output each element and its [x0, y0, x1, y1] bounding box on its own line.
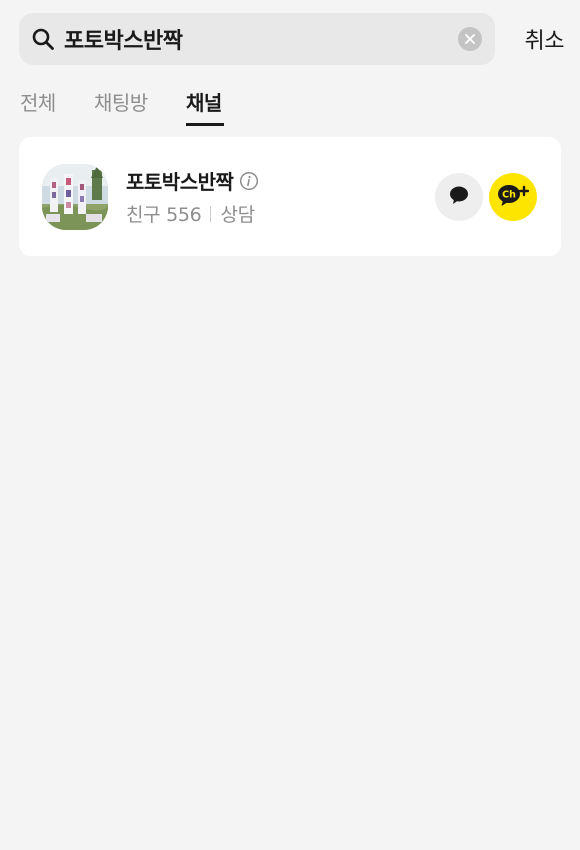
tab-all[interactable]: 전체 [20, 86, 94, 126]
channel-add-icon: Ch [497, 182, 530, 212]
channel-name: 포토박스반짝 [126, 170, 234, 194]
meta-divider [210, 205, 212, 222]
channel-name-row: 포토박스반짝 [126, 166, 435, 195]
clear-icon[interactable] [458, 27, 482, 51]
search-icon [30, 26, 56, 52]
tab-channels[interactable]: 채널 [186, 86, 226, 126]
channel-info: 포토박스반짝 친구 556 상담 [126, 166, 435, 227]
channel-meta: 친구 556 상담 [126, 200, 435, 227]
search-box[interactable] [19, 13, 495, 65]
channel-avatar [42, 163, 108, 230]
info-icon[interactable] [239, 171, 259, 191]
tab-chatrooms[interactable]: 채팅방 [94, 86, 186, 126]
search-bar-row: 취소 [19, 13, 565, 65]
channel-actions: Ch [435, 172, 537, 221]
consult-label: 상담 [220, 204, 255, 226]
chat-button[interactable] [435, 172, 483, 221]
search-input[interactable] [64, 19, 458, 59]
channel-result-card[interactable]: 포토박스반짝 친구 556 상담 Ch [19, 137, 561, 256]
channel-add-button[interactable]: Ch [489, 172, 537, 221]
search-tabs: 전체 채팅방 채널 [20, 86, 226, 126]
friends-count: 친구 556 [126, 204, 202, 226]
svg-text:Ch: Ch [502, 189, 516, 200]
cancel-button[interactable]: 취소 [525, 23, 565, 55]
chat-bubble-icon [448, 184, 470, 210]
